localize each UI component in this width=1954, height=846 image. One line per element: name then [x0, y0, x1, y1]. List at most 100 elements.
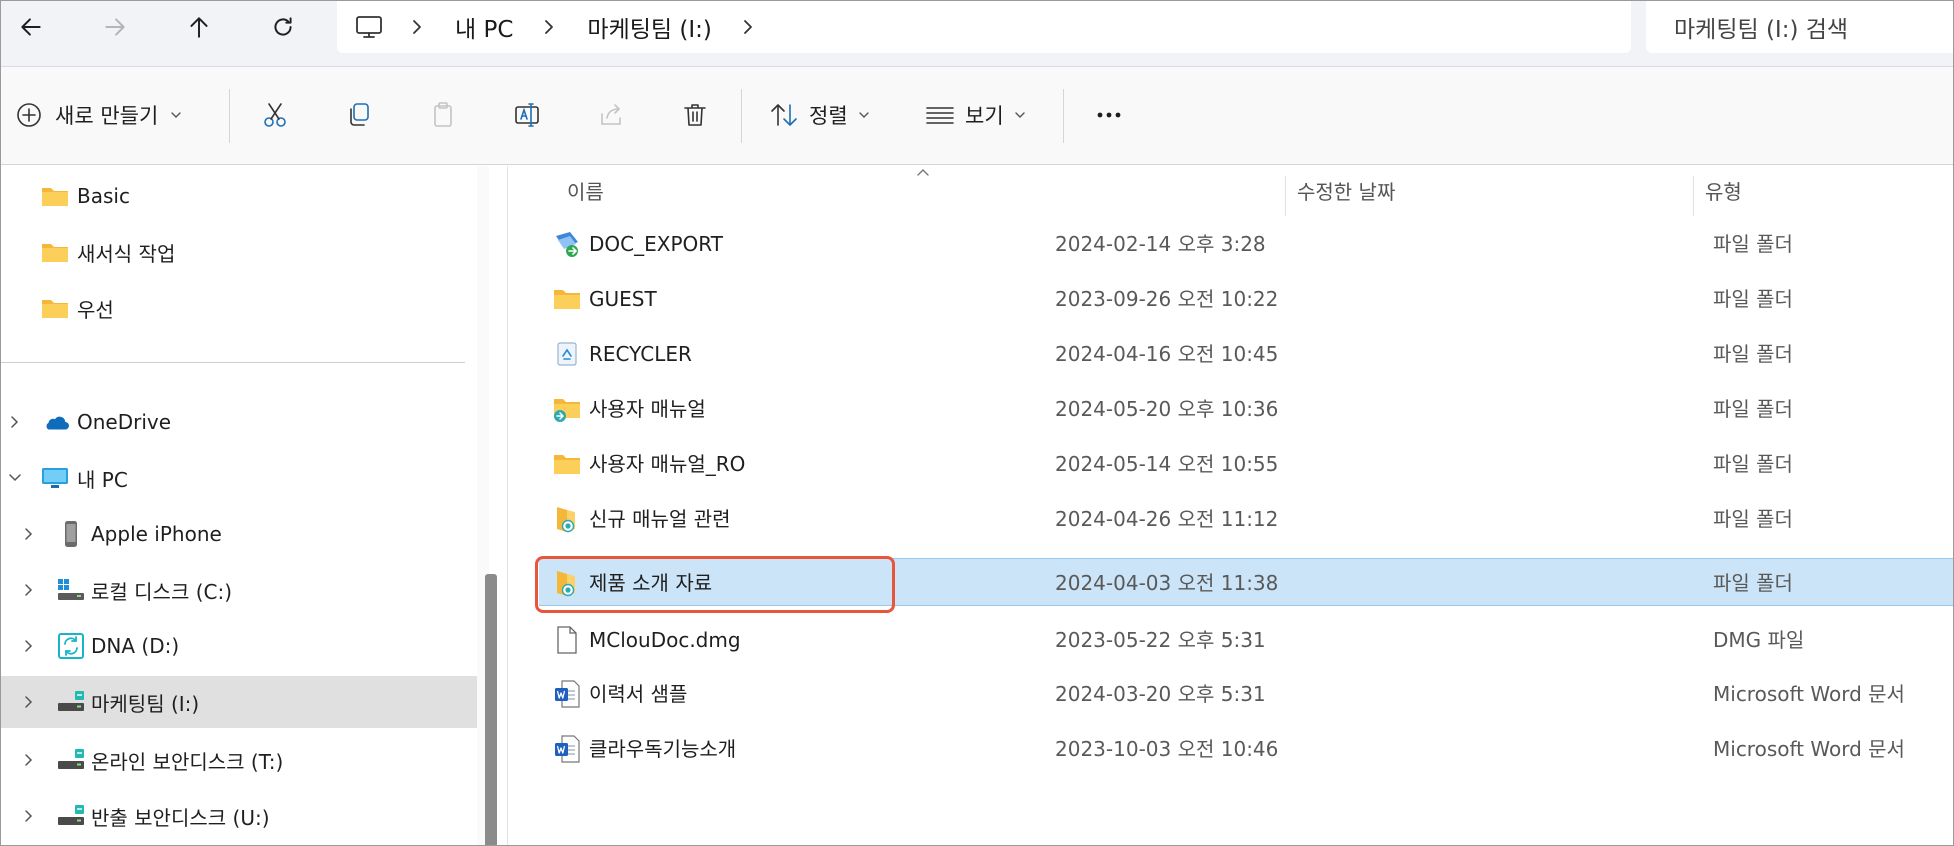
chevron-right-icon[interactable]: [21, 526, 37, 542]
search-placeholder: 마케팅팀 (I:) 검색: [1674, 17, 1849, 43]
pc-icon: [41, 464, 69, 492]
cut-button[interactable]: [255, 95, 295, 135]
delete-button[interactable]: [675, 95, 715, 135]
trash-icon: [684, 104, 706, 126]
file-row[interactable]: DOC_EXPORT 2024-02-14 오후 3:28 파일 폴더: [539, 220, 1953, 268]
file-type: 파일 폴더: [1713, 571, 1793, 595]
scissors-icon: [264, 103, 286, 127]
file-modified: 2023-05-22 오후 5:31: [1055, 628, 1266, 652]
nav-item-local-disk-c[interactable]: 로컬 디스크 (C:): [1, 566, 477, 614]
folder-icon: [41, 182, 69, 210]
chevron-right-icon[interactable]: [21, 638, 37, 654]
toolbar-divider: [229, 89, 230, 143]
file-row-selected[interactable]: 제품 소개 자료 2024-04-03 오전 11:38 파일 폴더: [539, 558, 1953, 606]
nav-item-priority[interactable]: 우선: [1, 284, 477, 332]
column-header-name[interactable]: 이름: [567, 166, 1287, 214]
folder-icon: [553, 285, 581, 313]
toolbar-divider: [741, 89, 742, 143]
share-button[interactable]: [591, 95, 631, 135]
breadcrumb-item-my-pc[interactable]: 내 PC: [455, 10, 513, 44]
nav-item-label: 로컬 디스크 (C:): [91, 579, 233, 604]
chevron-right-icon[interactable]: [21, 752, 37, 768]
breadcrumb-item-marketing-drive[interactable]: 마케팅팀 (I:): [587, 10, 711, 44]
nav-item-label: 내 PC: [77, 467, 128, 492]
network-drive-icon: [57, 802, 85, 830]
back-button[interactable]: [9, 7, 53, 47]
more-icon: [1097, 112, 1121, 118]
sort-icon: [771, 104, 797, 126]
local-disk-icon: [57, 576, 85, 604]
rename-icon: [515, 103, 539, 127]
new-button[interactable]: 새로 만들기: [15, 95, 182, 135]
file-name: DOC_EXPORT: [589, 232, 723, 256]
file-row[interactable]: 클라우독기능소개 2023-10-03 오전 10:46 Microsoft W…: [539, 725, 1953, 773]
sort-button[interactable]: 정렬: [769, 95, 870, 135]
column-header-type[interactable]: 유형: [1705, 166, 1945, 214]
file-modified: 2023-10-03 오전 10:46: [1055, 737, 1279, 761]
file-name: RECYCLER: [589, 342, 692, 366]
file-row[interactable]: RECYCLER 2024-04-16 오전 10:45 파일 폴더: [539, 330, 1953, 378]
column-header-modified[interactable]: 수정한 날짜: [1297, 166, 1697, 214]
refresh-button[interactable]: [261, 7, 305, 47]
copy-button[interactable]: [339, 95, 379, 135]
file-modified: 2023-09-26 오전 10:22: [1055, 287, 1279, 311]
chevron-down-icon: [171, 112, 181, 118]
nav-item-export-secure-disk-u[interactable]: 반출 보안디스크 (U:): [1, 792, 477, 840]
breadcrumb[interactable]: 내 PC 마케팅팀 (I:): [337, 1, 1631, 53]
file-name: 신규 매뉴얼 관련: [589, 507, 731, 531]
view-button[interactable]: 보기: [925, 95, 1026, 135]
chevron-right-icon[interactable]: [411, 17, 427, 37]
nav-item-label: 우선: [77, 297, 114, 322]
more-options-button[interactable]: [1087, 95, 1131, 135]
file-row[interactable]: GUEST 2023-09-26 오전 10:22 파일 폴더: [539, 275, 1953, 323]
file-modified: 2024-02-14 오후 3:28: [1055, 232, 1266, 256]
file-modified: 2024-04-16 오전 10:45: [1055, 342, 1279, 366]
nav-item-onedrive[interactable]: OneDrive: [1, 398, 477, 446]
chevron-right-icon[interactable]: [543, 17, 559, 37]
file-row[interactable]: 이력서 샘플 2024-03-20 오후 5:31 Microsoft Word…: [539, 670, 1953, 718]
file-modified: 2024-04-26 오전 11:12: [1055, 507, 1279, 531]
search-input[interactable]: 마케팅팀 (I:) 검색: [1646, 1, 1953, 53]
file-name: MClouDoc.dmg: [589, 628, 741, 652]
pane-splitter[interactable]: [507, 166, 508, 845]
paste-button[interactable]: [423, 95, 463, 135]
arrow-left-icon: [21, 18, 41, 36]
nav-item-basic[interactable]: Basic: [1, 172, 477, 220]
navigation-pane: Basic 새서식 작업 우선 OneDrive 내 PC Apple iPho…: [1, 166, 497, 845]
nav-scrollbar-thumb[interactable]: [485, 574, 497, 845]
forward-button[interactable]: [93, 7, 137, 47]
file-modified: 2024-05-20 오후 10:36: [1055, 397, 1279, 421]
nav-item-new-template-work[interactable]: 새서식 작업: [1, 228, 477, 276]
file-name: 사용자 매뉴얼_RO: [589, 452, 746, 476]
shared-folder-icon: [553, 395, 581, 423]
chevron-right-icon[interactable]: [21, 808, 37, 824]
file-row[interactable]: MClouDoc.dmg 2023-05-22 오후 5:31 DMG 파일: [539, 616, 1953, 664]
file-row[interactable]: 사용자 매뉴얼 2024-05-20 오후 10:36 파일 폴더: [539, 385, 1953, 433]
address-bar: 내 PC 마케팅팀 (I:) 마케팅팀 (I:) 검색: [1, 1, 1953, 67]
chevron-down-icon[interactable]: [7, 470, 23, 486]
chevron-right-icon[interactable]: [21, 694, 37, 710]
up-button[interactable]: [177, 7, 221, 47]
column-divider[interactable]: [1693, 176, 1694, 216]
file-row[interactable]: 사용자 매뉴얼_RO 2024-05-14 오전 10:55 파일 폴더: [539, 440, 1953, 488]
plus-circle-icon: [17, 103, 41, 127]
folder-icon: [553, 450, 581, 478]
sort-button-label: 정렬: [809, 104, 848, 128]
nav-item-marketing-drive[interactable]: 마케팅팀 (I:): [1, 676, 477, 728]
nav-item-online-secure-disk-t[interactable]: 온라인 보안디스크 (T:): [1, 736, 477, 784]
nav-item-my-pc[interactable]: 내 PC: [1, 454, 477, 502]
rename-button[interactable]: [507, 95, 547, 135]
column-divider[interactable]: [1285, 176, 1286, 216]
network-drive-icon: [57, 688, 85, 716]
chevron-right-icon[interactable]: [7, 414, 23, 430]
nav-item-apple-iphone[interactable]: Apple iPhone: [1, 510, 477, 558]
file-type: 파일 폴더: [1713, 452, 1793, 476]
folder-icon: [41, 294, 69, 322]
chevron-right-icon[interactable]: [21, 582, 37, 598]
file-modified: 2024-05-14 오전 10:55: [1055, 452, 1279, 476]
chevron-right-icon[interactable]: [742, 17, 758, 37]
file-type: Microsoft Word 문서: [1713, 682, 1905, 706]
file-row[interactable]: 신규 매뉴얼 관련 2024-04-26 오전 11:12 파일 폴더: [539, 495, 1953, 543]
nav-item-dna-d[interactable]: DNA (D:): [1, 622, 477, 670]
refresh-icon: [274, 17, 292, 36]
